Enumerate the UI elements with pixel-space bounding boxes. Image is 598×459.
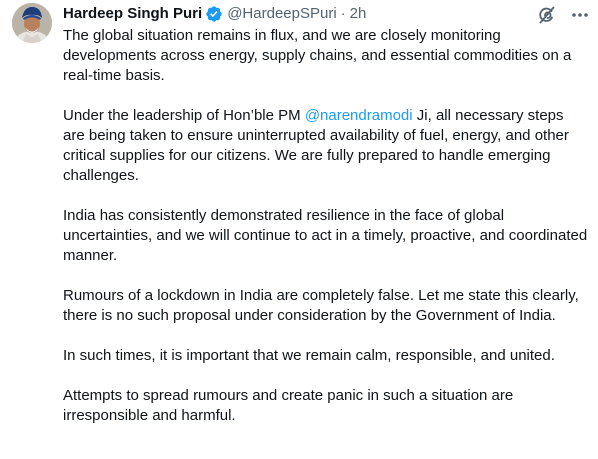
mention-link[interactable]: @narendramodi xyxy=(305,107,413,124)
tweet-paragraph-4: Rumours of a lockdown in India are compl… xyxy=(63,287,579,324)
tweet-text-segment: Under the leadership of Hon’ble PM xyxy=(63,107,305,124)
more-icon[interactable] xyxy=(570,5,590,25)
tweet-paragraph-6: Attempts to spread rumours and create pa… xyxy=(63,387,514,424)
tweet-header: Hardeep Singh Puri @HardeepSPuri · 2h xyxy=(63,4,366,24)
author-handle[interactable]: @HardeepSPuri xyxy=(227,4,336,24)
tweet-paragraph-3: India has consistently demonstrated resi… xyxy=(63,207,588,264)
header-actions xyxy=(522,5,590,25)
tweet-paragraph-2: Under the leadership of Hon’ble PM @nare… xyxy=(63,106,588,186)
author-name[interactable]: Hardeep Singh Puri xyxy=(63,4,202,24)
separator-dot: · xyxy=(340,5,346,22)
grok-icon[interactable] xyxy=(536,5,556,25)
tweet-text: The global situation remains in flux, an… xyxy=(63,26,588,446)
tweet-paragraph-1: The global situation remains in flux, an… xyxy=(63,27,572,84)
avatar[interactable] xyxy=(12,3,52,43)
tweet: Hardeep Singh Puri @HardeepSPuri · 2h Th… xyxy=(0,0,598,459)
tweet-paragraph-5: In such times, it is important that we r… xyxy=(63,347,555,364)
verified-badge-icon xyxy=(205,5,223,23)
tweet-timestamp[interactable]: 2h xyxy=(350,4,367,24)
